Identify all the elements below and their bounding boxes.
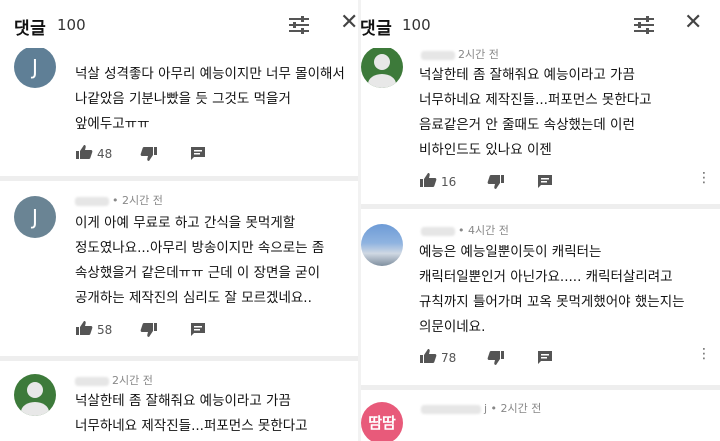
comment-meta: 2시간 전: [75, 372, 153, 388]
comment-text: 예능은 예능일뿐이듯이 캐릭터는 캐릭터일뿐인거 아닌가요..... 캐릭터살리…: [419, 244, 685, 335]
comment-meta: • 2시간 전: [75, 192, 163, 208]
comment-meta: 2시간 전: [421, 46, 499, 62]
thumbs-up-icon[interactable]: [419, 172, 437, 188]
thumbs-down-icon[interactable]: [140, 322, 158, 338]
comment-separator: [0, 356, 358, 361]
comment-actions: 78 ⋮: [419, 346, 711, 368]
avatar[interactable]: [14, 374, 56, 416]
comment-timestamp: 2시간 전: [112, 374, 153, 387]
comment-timestamp: • 2시간 전: [112, 194, 163, 207]
blurred-username: [421, 50, 455, 60]
like-count: 48: [97, 147, 113, 161]
close-icon[interactable]: ✕: [340, 12, 358, 34]
blurred-username: [421, 226, 455, 236]
comment-timestamp: • 4시간 전: [458, 224, 509, 237]
thumbs-down-icon[interactable]: [487, 174, 505, 190]
comment-timestamp: 2시간 전: [458, 48, 499, 61]
like-count: 78: [441, 351, 457, 365]
comment-count: 100: [402, 16, 431, 34]
thumbs-down-icon[interactable]: [487, 350, 505, 366]
sort-icon[interactable]: [633, 15, 655, 35]
sort-icon[interactable]: [288, 15, 310, 35]
comments-title: 댓글: [14, 19, 47, 39]
comments-panel-right: 댓글 100 ✕ 2시간 전 넉살한테 좀 잘해줘요 예능이라고 가끔 너무하네…: [361, 0, 720, 441]
avatar[interactable]: J: [14, 46, 56, 88]
comment-separator: [0, 176, 358, 181]
avatar[interactable]: [361, 46, 403, 88]
close-icon[interactable]: ✕: [684, 12, 702, 34]
comments-header: 댓글 100 ✕: [361, 0, 720, 48]
comment-actions: 48: [75, 144, 345, 164]
reply-icon[interactable]: [537, 350, 553, 366]
reply-icon[interactable]: [190, 322, 206, 338]
comment-text: 이게 아예 무료로 하고 간식을 못먹게할 정도였나요...아무리 방송이지만 …: [75, 215, 325, 306]
comment-timestamp: j • 2시간 전: [484, 402, 542, 415]
thumbs-up-icon[interactable]: [419, 348, 437, 364]
blurred-username: [75, 376, 109, 386]
avatar[interactable]: 땀땀: [361, 402, 403, 441]
thumbs-up-icon[interactable]: [75, 144, 93, 160]
comment-actions: 58: [75, 320, 345, 340]
reply-icon[interactable]: [190, 146, 206, 162]
comment-actions: 16 ⋮: [419, 170, 711, 192]
avatar[interactable]: [361, 224, 403, 266]
like-count: 16: [441, 175, 457, 189]
avatar[interactable]: J: [14, 196, 56, 238]
more-options-icon[interactable]: ⋮: [697, 346, 711, 362]
comment-meta: • 4시간 전: [421, 222, 509, 238]
comments-panel-left: 댓글 100 ✕ J 넉살 성격좋다 아무리 예능이지만 너무 몰이해서 나같았…: [0, 0, 358, 441]
like-count: 58: [97, 323, 113, 337]
more-options-icon[interactable]: ⋮: [697, 170, 711, 186]
comment-count: 100: [57, 16, 86, 34]
comment-meta: j • 2시간 전: [421, 400, 541, 416]
comment-text: 넉살한테 좀 잘해줘요 예능이라고 가끔 너무하네요 제작진들...퍼포먼스 못…: [419, 67, 652, 158]
comments-title: 댓글: [361, 19, 393, 39]
comment-separator: [361, 204, 720, 209]
comment-separator: [361, 385, 720, 390]
comment-text: 넉살한테 좀 잘해줘요 예능이라고 가끔 너무하네요 제작진들...퍼포먼스 못…: [75, 393, 308, 434]
blurred-username: [421, 404, 481, 414]
thumbs-down-icon[interactable]: [140, 146, 158, 162]
thumbs-up-icon[interactable]: [75, 320, 93, 336]
comment-text: 넉살 성격좋다 아무리 예능이지만 너무 몰이해서 나같았음 기분나빴을 듯 그…: [75, 66, 345, 132]
comments-header: 댓글 100 ✕: [0, 0, 358, 48]
reply-icon[interactable]: [537, 174, 553, 190]
blurred-username: [75, 196, 109, 206]
